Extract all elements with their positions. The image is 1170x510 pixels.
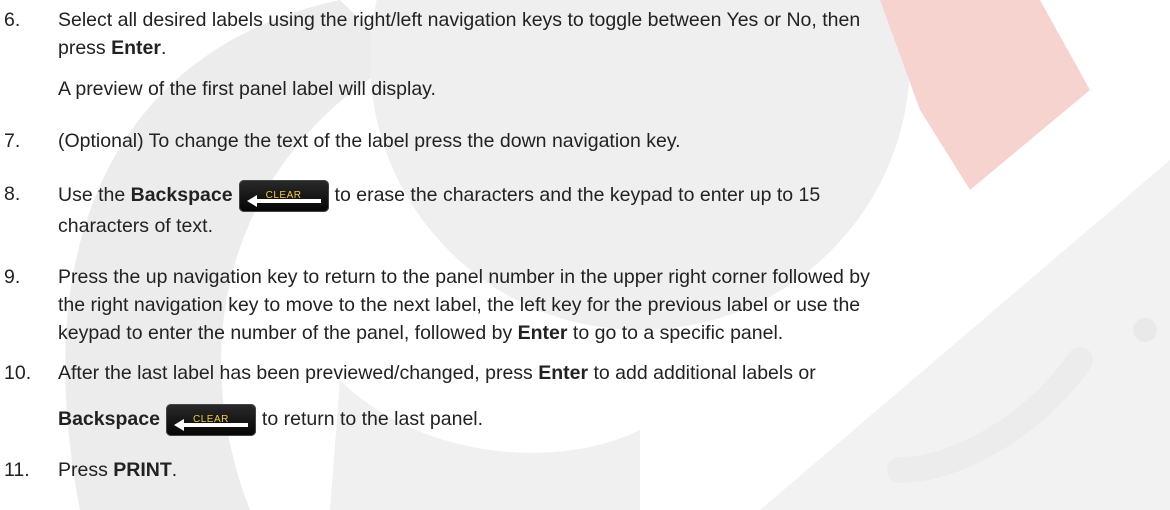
step-number: 10.	[4, 362, 32, 384]
step-11-period: .	[171, 459, 178, 481]
step-8-line-1: Use the Backspace CLEAR to erase the chara…	[58, 180, 820, 212]
step-8-pre: Use the	[58, 184, 131, 207]
enter-key-name: Enter	[538, 362, 589, 384]
enter-key-name: Enter	[517, 322, 568, 344]
step-10-line-1: After the last label has been previewed/…	[58, 359, 816, 387]
left-arrow-icon	[173, 419, 248, 431]
step-6-line-1: Select all desired labels using the righ…	[58, 9, 861, 31]
step-10-line-2-post: to return to the last panel.	[261, 408, 484, 431]
step-7-text: (Optional) To change the text of the lab…	[58, 130, 681, 152]
step-6-line-2: press Enter.	[58, 34, 166, 62]
step-number: 6.	[4, 9, 21, 31]
step-11-pre: Press	[58, 459, 114, 481]
step-9-line-1: Press the up navigation key to return to…	[58, 266, 870, 288]
step-9-line-3: keypad to enter the number of the panel,…	[58, 319, 783, 347]
step-9-line-3-pre: keypad to enter the number of the panel,…	[58, 322, 518, 344]
step-number: 9.	[4, 266, 21, 288]
step-10-line-1-post: to add additional labels or	[588, 362, 816, 384]
clear-key-image: CLEAR	[238, 180, 329, 212]
print-key-name: PRINT	[113, 459, 172, 481]
backspace-key-name: Backspace	[130, 184, 233, 207]
watermark-gray-curve-bottom	[330, 380, 640, 510]
watermark-dot	[1133, 318, 1157, 342]
step-6-line-2-text: press	[58, 37, 112, 59]
clear-key-image: CLEAR	[165, 404, 256, 436]
step-10-line-1-pre: After the last label has been previewed/…	[58, 362, 539, 384]
left-arrow-icon	[246, 195, 321, 207]
step-8-line-2: characters of text.	[58, 215, 213, 237]
step-number: 8.	[4, 183, 21, 205]
step-number: 7.	[4, 130, 21, 152]
backspace-key-name: Backspace	[58, 408, 160, 431]
enter-key-name: Enter	[111, 37, 161, 59]
step-9-line-2: the right navigation key to move to the …	[58, 294, 861, 316]
step-number: 11.	[4, 459, 30, 481]
step-11-text: Press PRINT.	[58, 456, 177, 484]
watermark-red-triangle	[880, 0, 1090, 190]
step-10-line-2: Backspace CLEAR to return to the last pane…	[58, 404, 483, 436]
step-6-note-text: A preview of the first panel label will …	[58, 78, 436, 100]
step-6-line-2-period: .	[160, 37, 167, 59]
step-8-post: to erase the characters and the keypad t…	[334, 184, 821, 207]
step-9-line-3-post: to go to a specific panel.	[567, 322, 784, 344]
